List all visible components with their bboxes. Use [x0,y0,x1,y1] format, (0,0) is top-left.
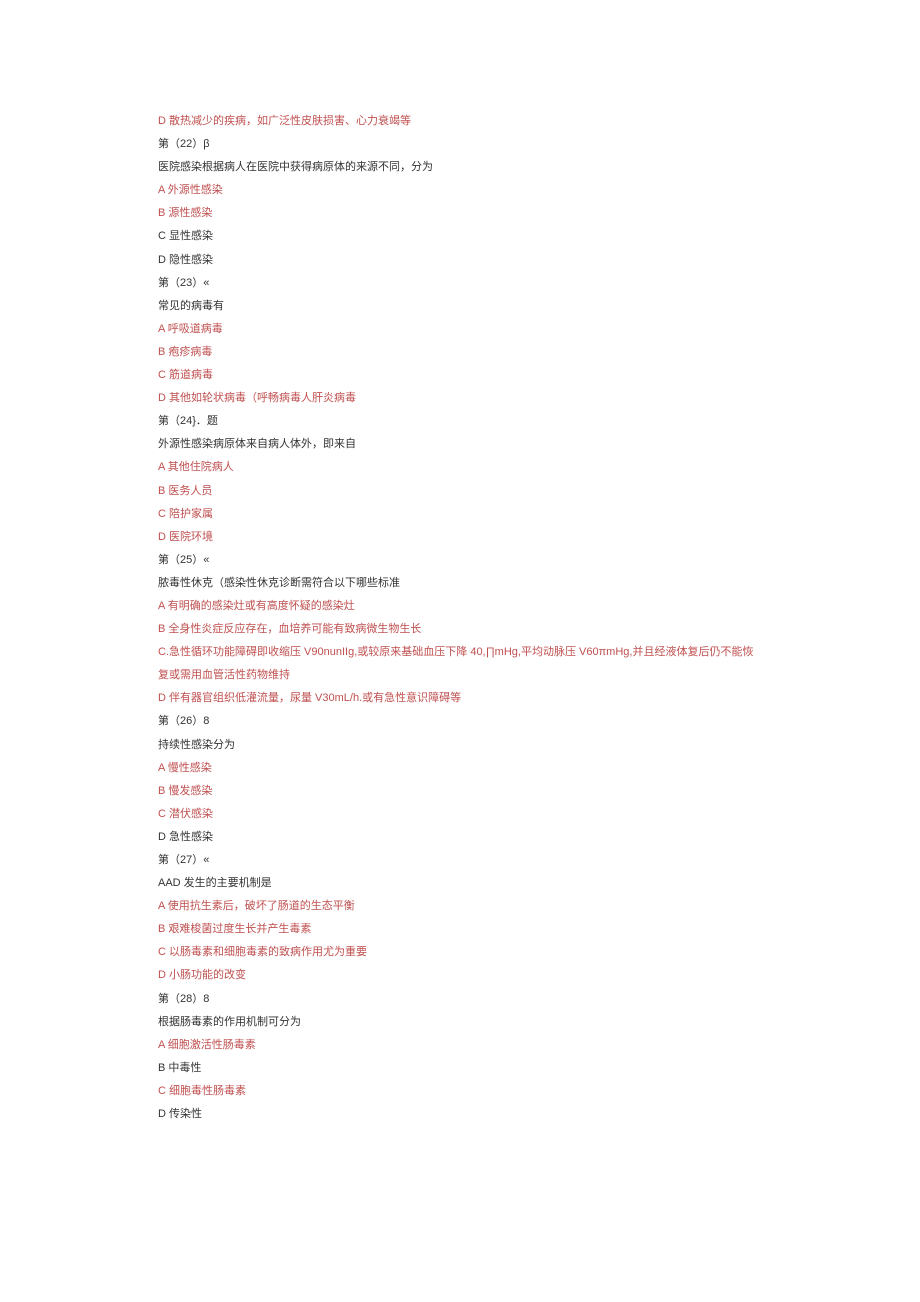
text-line: A 细胞激活性肠毒素 [158,1034,762,1057]
text-line: D 伴有器官组织低灌流量，尿量 V30mL/h.或有急性意识障碍等 [158,687,762,710]
text-line: 第（28）8 [158,988,762,1011]
text-line: 持续性感染分为 [158,734,762,757]
text-line: 医院感染根据病人在医院中获得病原体的来源不同，分为 [158,156,762,179]
text-line: C.急性循环功能障碍即收缩压 V90nunIIg,或较原来基础血压下降 40,∏… [158,641,762,687]
text-line: C 筋道病毒 [158,364,762,387]
text-line: D 小肠功能的改变 [158,964,762,987]
text-line: AAD 发生的主要机制是 [158,872,762,895]
text-line: D 散热减少的疾病，如广泛性皮肤损害、心力衰竭等 [158,110,762,133]
text-line: 脓毒性休克（感染性休克诊断需符合以下哪些标准 [158,572,762,595]
text-line: D 医院环境 [158,526,762,549]
text-line: B 慢发感染 [158,780,762,803]
text-line: A 其他住院病人 [158,456,762,479]
text-line: 常见的病毒有 [158,295,762,318]
text-line: A 有明确的感染灶或有高度怀疑的感染灶 [158,595,762,618]
text-line: D 传染性 [158,1103,762,1126]
text-line: 第（22）β [158,133,762,156]
text-line: A 呼吸道病毒 [158,318,762,341]
text-line: B 艰难梭菌过度生长并产生毒素 [158,918,762,941]
text-line: B 医务人员 [158,480,762,503]
text-line: 根据肠毒素的作用机制可分为 [158,1011,762,1034]
text-line: 第（26）8 [158,710,762,733]
text-line: A 外源性感染 [158,179,762,202]
text-line: C 陪护家属 [158,503,762,526]
text-line: B 疱疹病毒 [158,341,762,364]
text-line: D 其他如轮状病毒（呼畅病毒人肝炎病毒 [158,387,762,410]
document-page: D 散热减少的疾病，如广泛性皮肤损害、心力衰竭等第（22）β医院感染根据病人在医… [0,0,920,1186]
text-line: C 潜伏感染 [158,803,762,826]
text-line: B 中毒性 [158,1057,762,1080]
text-line: D 隐性感染 [158,249,762,272]
text-line: 第（24}．题 [158,410,762,433]
text-line: C 以肠毒素和细胞毒素的致病作用尤为重要 [158,941,762,964]
text-line: B 全身性炎症反应存在，血培养可能有致病微生物生长 [158,618,762,641]
text-line: 外源性感染病原体来自病人体外，即来自 [158,433,762,456]
text-line: B 源性感染 [158,202,762,225]
text-line: A 慢性感染 [158,757,762,780]
text-line: C 显性感染 [158,225,762,248]
text-line: 第（23）« [158,272,762,295]
text-line: 第（27）« [158,849,762,872]
text-line: D 急性感染 [158,826,762,849]
text-line: C 细胞毒性肠毒素 [158,1080,762,1103]
text-line: 第（25）« [158,549,762,572]
text-line: A 使用抗生素后，破坏了肠道的生态平衡 [158,895,762,918]
